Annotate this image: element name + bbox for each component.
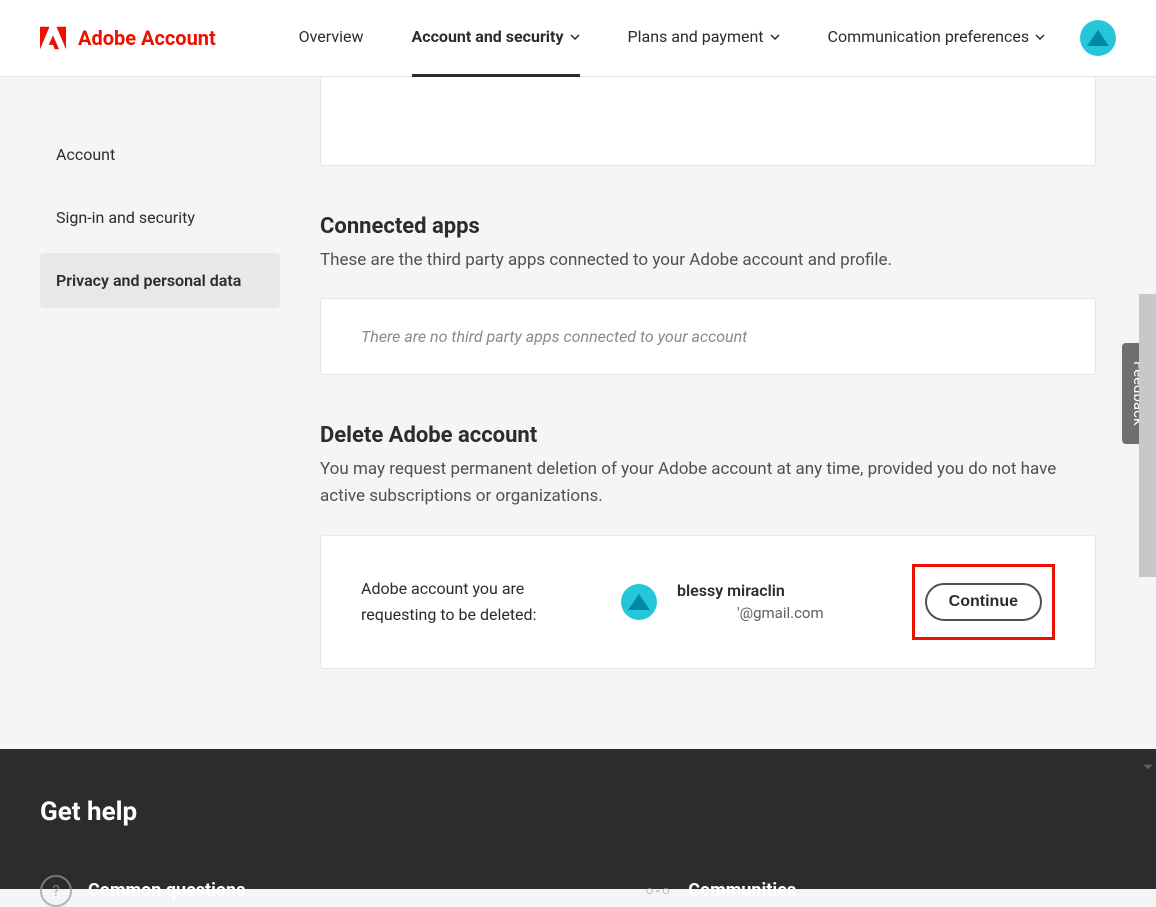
user-email: '@gmail.com	[677, 604, 892, 622]
connected-apps-section: Connected apps These are the third party…	[320, 214, 1096, 375]
nav-label: Account and security	[412, 27, 564, 46]
continue-button[interactable]: Continue	[925, 583, 1042, 621]
user-name: blessy miraclin	[677, 581, 892, 600]
adobe-logo-icon	[40, 26, 66, 50]
footer-col1-text: Common questions	[88, 880, 245, 901]
header: Adobe Account Overview Account and secur…	[0, 0, 1156, 77]
delete-account-label: Adobe account you are requesting to be d…	[361, 576, 601, 627]
nav-plans-payment[interactable]: Plans and payment	[628, 0, 780, 77]
connected-apps-title: Connected apps	[320, 214, 1096, 239]
footer-title: Get help	[40, 797, 1116, 827]
footer: Get help ? Common questions ○-○ Communit…	[0, 749, 1156, 889]
nav-account-security[interactable]: Account and security	[412, 0, 580, 77]
nav-communication-prefs[interactable]: Communication preferences	[828, 0, 1046, 77]
top-nav: Overview Account and security Plans and …	[264, 0, 1080, 77]
user-info: blessy miraclin '@gmail.com	[677, 581, 892, 622]
footer-common-questions[interactable]: ? Common questions	[40, 875, 245, 907]
footer-communities[interactable]: ○-○ Communities	[645, 875, 796, 907]
delete-account-card: Adobe account you are requesting to be d…	[320, 535, 1096, 669]
main-content: Account Sign-in and security Privacy and…	[0, 77, 1156, 669]
profile-avatar[interactable]	[1080, 20, 1116, 56]
footer-col2-text: Communities	[688, 880, 796, 901]
nav-label: Overview	[299, 27, 364, 46]
sidebar: Account Sign-in and security Privacy and…	[0, 77, 280, 669]
connected-apps-empty: There are no third party apps connected …	[361, 327, 1055, 346]
connected-apps-card: There are no third party apps connected …	[320, 298, 1096, 375]
sidebar-item-privacy[interactable]: Privacy and personal data	[40, 253, 280, 308]
scrollbar-thumb[interactable]	[1139, 294, 1156, 577]
communities-icon: ○-○	[645, 882, 672, 899]
brand-group[interactable]: Adobe Account	[40, 26, 216, 50]
nav-label: Communication preferences	[828, 27, 1030, 46]
sidebar-item-account[interactable]: Account	[40, 127, 280, 182]
content-area: Connected apps These are the third party…	[280, 77, 1156, 669]
nav-label: Plans and payment	[628, 27, 764, 46]
sidebar-item-signin-security[interactable]: Sign-in and security	[40, 190, 280, 245]
brand-text: Adobe Account	[78, 26, 216, 50]
continue-highlight: Continue	[912, 564, 1055, 640]
scroll-down-arrow-icon[interactable]	[1142, 761, 1154, 773]
delete-account-section: Delete Adobe account You may request per…	[320, 423, 1096, 668]
nav-overview[interactable]: Overview	[299, 0, 364, 77]
connected-apps-desc: These are the third party apps connected…	[320, 247, 1096, 274]
chevron-down-icon	[1035, 34, 1045, 40]
chevron-down-icon	[570, 34, 580, 40]
footer-row: ? Common questions ○-○ Communities	[40, 875, 1116, 907]
question-icon: ?	[40, 875, 72, 907]
delete-account-title: Delete Adobe account	[320, 423, 1096, 448]
previous-section-card	[320, 76, 1096, 166]
user-avatar-icon	[621, 584, 657, 620]
delete-account-desc: You may request permanent deletion of yo…	[320, 456, 1096, 510]
chevron-down-icon	[770, 34, 780, 40]
